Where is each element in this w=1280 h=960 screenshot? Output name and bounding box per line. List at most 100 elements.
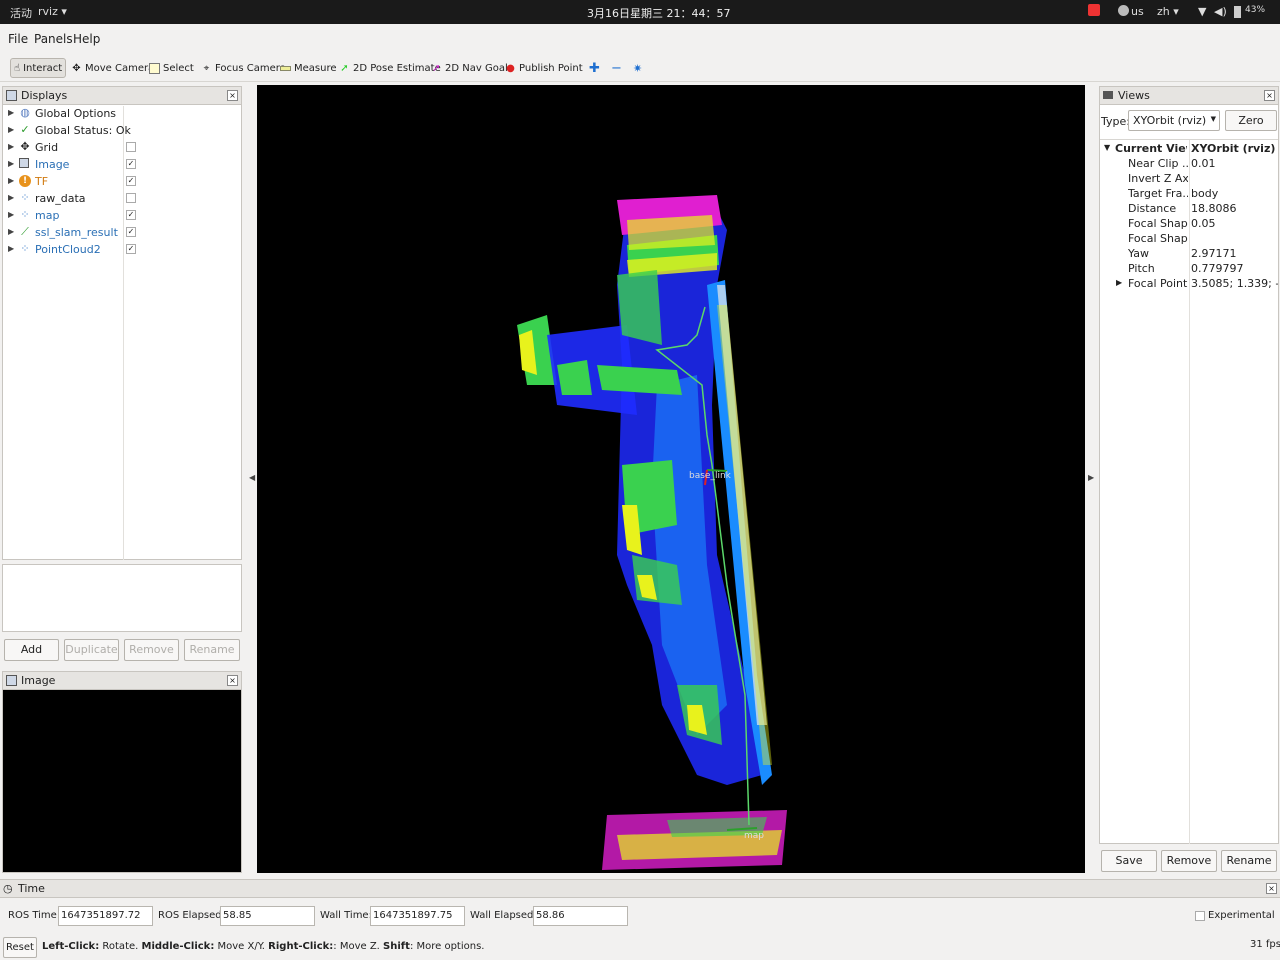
property-row[interactable]: Yaw 2.97171 — [1100, 247, 1278, 262]
battery-icon — [1234, 6, 1241, 18]
menu-help[interactable]: Help — [73, 32, 100, 46]
expand-arrow-icon[interactable]: ▶ — [8, 176, 14, 185]
minus-icon: − — [611, 60, 622, 76]
property-row[interactable]: Distance 18.8086 — [1100, 202, 1278, 217]
nav-goal-tool[interactable]: ➚ 2D Nav Goal — [428, 58, 511, 78]
image-panel: Image × — [2, 671, 242, 873]
check-icon: ✓ — [20, 123, 30, 136]
expand-arrow-icon[interactable]: ▶ — [8, 159, 14, 168]
remove-display-button[interactable]: Remove — [124, 639, 179, 661]
map-frame-label: map — [744, 831, 764, 841]
pointcloud2-checkbox[interactable]: ✓ — [126, 244, 136, 254]
displays-panel: Displays × ▶ ◍ Global Options ▶ ✓ Global… — [2, 86, 242, 560]
property-row[interactable]: Focal Shap...0.05 — [1100, 217, 1278, 232]
ros-elapsed-field[interactable]: 58.85 — [220, 906, 315, 926]
add-tool-button[interactable]: ✚ — [586, 58, 603, 78]
ros-time-label: ROS Time: — [8, 910, 61, 921]
language-menu[interactable]: zh ▾ — [1157, 5, 1179, 18]
plus-icon: ✚ — [589, 60, 600, 76]
tf-checkbox[interactable]: ✓ — [126, 176, 136, 186]
property-row[interactable]: Near Clip ... 0.01 — [1100, 157, 1278, 172]
rename-view-button[interactable]: Rename — [1221, 850, 1277, 872]
display-item-tf[interactable]: ▶ ! TF ✓ — [3, 174, 243, 191]
keyboard-icon — [1118, 5, 1129, 16]
menu-file[interactable]: File — [8, 32, 28, 46]
expand-arrow-icon[interactable]: ▶ — [8, 193, 14, 202]
select-tool[interactable]: Select — [146, 58, 197, 78]
grid-checkbox[interactable] — [126, 142, 136, 152]
remove-tool-button[interactable]: − — [608, 58, 625, 78]
properties-icon: ✷ — [633, 61, 643, 75]
clock-icon: ◷ — [3, 882, 13, 895]
expand-arrow-icon[interactable]: ▶ — [8, 227, 14, 236]
property-row[interactable]: ▶ Focal Point3.5085; 1.339; -1... — [1100, 277, 1278, 292]
save-view-button[interactable]: Save — [1101, 850, 1157, 872]
display-item-pointcloud2[interactable]: ▶ ⁘ PointCloud2 ✓ — [3, 242, 243, 259]
duplicate-display-button[interactable]: Duplicate — [64, 639, 119, 661]
menu-bar: File Panels Help — [0, 26, 1280, 50]
reset-button[interactable]: Reset — [3, 937, 37, 958]
expand-arrow-icon[interactable]: ▶ — [8, 125, 14, 134]
right-splitter-icon[interactable]: ▶ — [1088, 473, 1094, 482]
close-icon[interactable]: × — [1266, 883, 1277, 894]
expand-arrow-icon[interactable]: ▶ — [8, 244, 14, 253]
expand-arrow-icon[interactable]: ▶ — [8, 142, 14, 151]
display-item-map[interactable]: ▶ ⁘ map ✓ — [3, 208, 243, 225]
green-arrow-icon: ➚ — [340, 62, 349, 74]
view-type-select[interactable]: XYOrbit (rviz) ▼ — [1128, 110, 1220, 131]
fps-counter: 31 fps — [1250, 939, 1280, 950]
pointcloud-icon: ⁘ — [20, 191, 30, 204]
tool-properties-button[interactable]: ✷ — [630, 58, 645, 78]
property-row[interactable]: Focal Shap...✓ — [1100, 232, 1278, 247]
map-pin-icon: ● — [506, 62, 515, 74]
current-view-row[interactable]: ▼ Current View XYOrbit (rviz) — [1100, 142, 1278, 157]
property-row[interactable]: Invert Z Axis — [1100, 172, 1278, 187]
add-display-button[interactable]: Add — [4, 639, 59, 661]
close-icon[interactable]: × — [1264, 90, 1275, 101]
display-item-ssl-slam-result[interactable]: ▶ ⟋ ssl_slam_result ✓ — [3, 225, 243, 242]
property-row[interactable]: Pitch 0.779797 — [1100, 262, 1278, 277]
remove-view-button[interactable]: Remove — [1161, 850, 1217, 872]
display-item-grid[interactable]: ▶ ✥ Grid — [3, 140, 243, 157]
display-item-global-options[interactable]: ▶ ◍ Global Options — [3, 106, 243, 123]
render-viewport[interactable]: base_link map — [257, 85, 1085, 873]
ros-elapsed-label: ROS Elapsed: — [158, 910, 225, 921]
rename-display-button[interactable]: Rename — [184, 639, 240, 661]
activities-button[interactable]: 活动 — [10, 5, 32, 21]
point-cloud-map — [517, 195, 787, 870]
input-layout[interactable]: us — [1131, 5, 1144, 18]
publish-point-tool[interactable]: ● Publish Point — [502, 58, 586, 78]
expand-arrow-icon[interactable]: ▶ — [1116, 278, 1122, 287]
wall-time-field[interactable]: 1647351897.75 — [370, 906, 465, 926]
interact-tool[interactable]: ☝ Interact — [10, 58, 66, 78]
app-menu[interactable]: rviz ▾ — [38, 5, 67, 18]
chevron-down-icon: ▼ — [1210, 115, 1216, 123]
ros-time-field[interactable]: 1647351897.72 — [58, 906, 153, 926]
wall-elapsed-field[interactable]: 58.86 — [533, 906, 628, 926]
display-description-box — [2, 564, 242, 632]
display-item-image[interactable]: ▶ Image ✓ — [3, 157, 243, 174]
collapse-arrow-icon[interactable]: ▼ — [1104, 143, 1110, 152]
zero-button[interactable]: Zero — [1225, 110, 1277, 131]
clock[interactable]: 3月16日星期三 21：44：57 — [587, 5, 730, 21]
map-checkbox[interactable]: ✓ — [126, 210, 136, 220]
views-panel: Views × Type: XYOrbit (rviz) ▼ Zero ▼ Cu… — [1099, 86, 1279, 844]
ssl-slam-result-checkbox[interactable]: ✓ — [126, 227, 136, 237]
wall-time-label: Wall Time: — [320, 910, 372, 921]
measure-tool[interactable]: Measure — [277, 58, 340, 78]
close-icon[interactable]: × — [227, 90, 238, 101]
expand-arrow-icon[interactable]: ▶ — [8, 108, 14, 117]
left-splitter-icon[interactable]: ◀ — [249, 473, 255, 482]
focus-camera-tool[interactable]: ⌖ Focus Camera — [198, 58, 289, 78]
display-item-global-status[interactable]: ▶ ✓ Global Status: Ok — [3, 123, 243, 140]
menu-panels[interactable]: Panels — [34, 32, 73, 46]
image-checkbox[interactable]: ✓ — [126, 159, 136, 169]
property-row[interactable]: Target Fra... body — [1100, 187, 1278, 202]
raw-data-checkbox[interactable] — [126, 193, 136, 203]
expand-arrow-icon[interactable]: ▶ — [8, 210, 14, 219]
experimental-checkbox[interactable] — [1195, 911, 1205, 921]
move-camera-tool[interactable]: ✥ Move Camera — [68, 58, 157, 78]
point-cloud-view[interactable]: base_link map — [257, 85, 1085, 873]
display-item-raw-data[interactable]: ▶ ⁘ raw_data — [3, 191, 243, 208]
close-icon[interactable]: × — [227, 675, 238, 686]
